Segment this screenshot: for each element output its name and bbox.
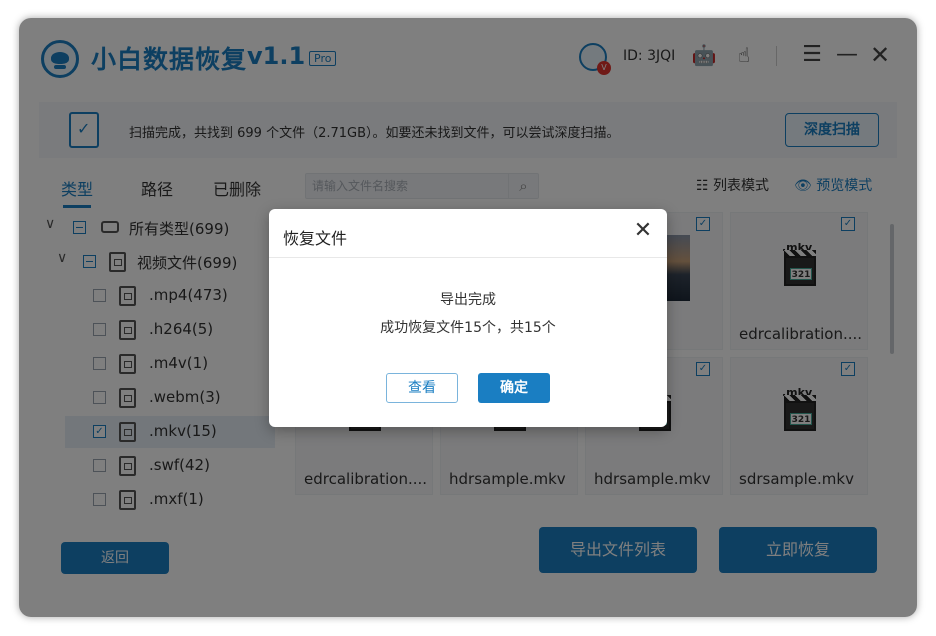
dialog-close-icon[interactable]: ✕ <box>631 219 655 243</box>
dialog-divider <box>269 257 667 258</box>
dialog-message-detail: 成功恢复文件15个，共15个 <box>380 320 556 336</box>
app-window: 小白数据恢复 v1.1 Pro V ID: 3JQI 🤖 ☝ ☰ — ✕ 扫描完… <box>19 18 917 617</box>
ok-button[interactable]: 确定 <box>478 373 550 403</box>
dialog-message-title: 导出完成 <box>440 292 496 308</box>
dialog-title: 恢复文件 <box>283 229 348 248</box>
recover-dialog: 恢复文件 ✕ 导出完成 成功恢复文件15个，共15个 查看 确定 <box>269 209 667 427</box>
view-button[interactable]: 查看 <box>386 373 458 403</box>
